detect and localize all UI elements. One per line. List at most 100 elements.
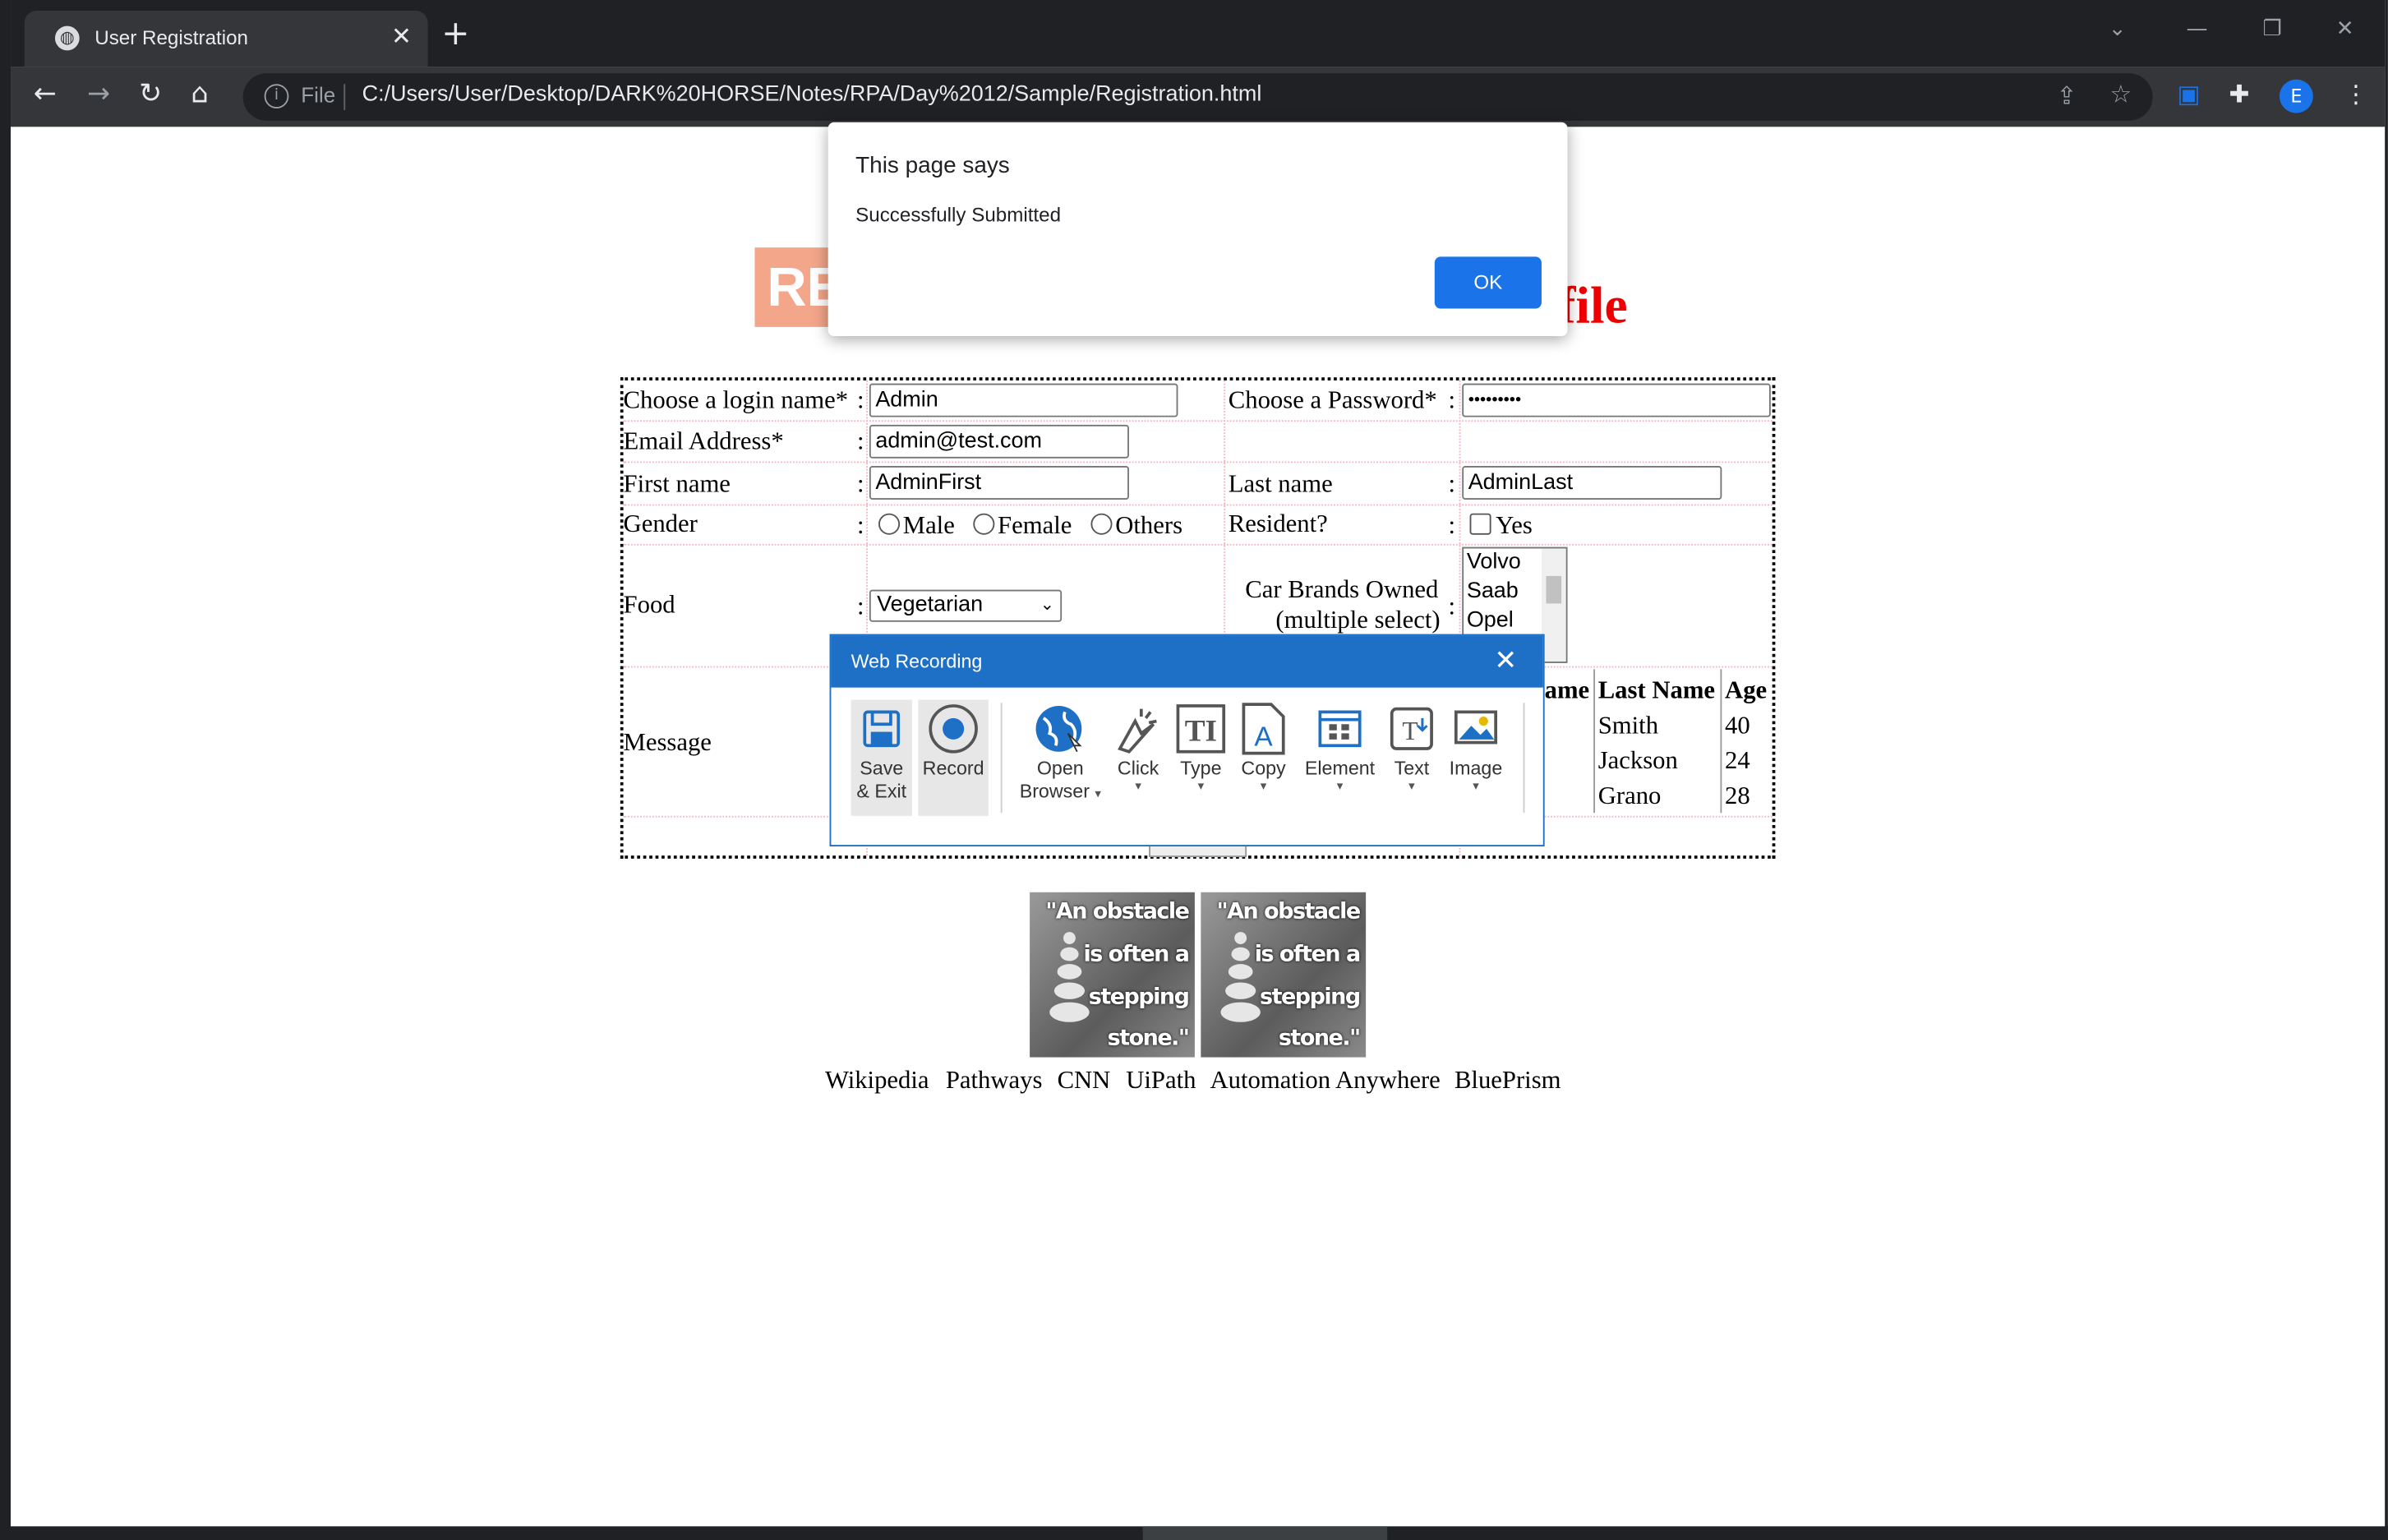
- tool-label: Text: [1394, 758, 1430, 780]
- last-name-input[interactable]: AdminLast: [1462, 466, 1722, 500]
- alert-dialog: This page says Successfully Submitted OK: [828, 122, 1568, 337]
- quote-image: "An obstacle is often a stepping stone.": [1030, 892, 1195, 1058]
- restore-icon[interactable]: ❐: [2262, 16, 2281, 41]
- forward-icon[interactable]: →: [87, 79, 110, 110]
- minimize-icon[interactable]: —: [2187, 16, 2208, 41]
- address-bar[interactable]: i File C:/Users/User/Desktop/DARK%20HORS…: [242, 73, 2153, 121]
- colon: :: [1448, 509, 1456, 540]
- save-exit-button[interactable]: Save & Exit: [851, 699, 912, 816]
- tool-label: Copy: [1241, 758, 1286, 780]
- link-cnn[interactable]: CNN: [1058, 1065, 1111, 1095]
- menu-kebab-icon[interactable]: ⋮: [2344, 81, 2368, 108]
- resident-checkbox[interactable]: [1469, 513, 1491, 535]
- avatar[interactable]: E: [2279, 79, 2313, 113]
- colon: :: [1448, 468, 1456, 499]
- web-recording-title: Web Recording: [851, 651, 983, 673]
- back-icon[interactable]: ←: [34, 79, 57, 110]
- close-icon[interactable]: ✕: [1494, 645, 1517, 677]
- food-select-value: Vegetarian: [877, 592, 984, 618]
- grid-line: [623, 420, 1773, 422]
- tool-label: Image: [1449, 758, 1503, 780]
- browser-window: ◍ User Registration ✕ + ⌄ — ❐ ✕ ← → ↻ ⌂ …: [0, 0, 2388, 1540]
- type-icon: TI: [1172, 700, 1230, 758]
- tab-user-registration[interactable]: ◍ User Registration ✕: [24, 11, 428, 67]
- quote-line: stone.": [1107, 1026, 1190, 1052]
- tab-title: User Registration: [95, 25, 249, 49]
- table-cell: 40: [1725, 710, 1750, 740]
- reload-icon[interactable]: ↻: [139, 79, 162, 110]
- scrollbar-thumb[interactable]: [1546, 575, 1562, 604]
- gender-male-radio[interactable]: [878, 513, 901, 535]
- quote-line: stepping: [1088, 985, 1190, 1010]
- tab-search-icon[interactable]: ⌄: [2109, 16, 2127, 41]
- close-tab-icon[interactable]: ✕: [391, 21, 412, 50]
- quote-line: is often a: [1083, 943, 1189, 967]
- extensions-puzzle-icon[interactable]: ✚: [2229, 81, 2250, 108]
- page-title: file: [1558, 278, 1628, 335]
- password-label: Choose a Password*: [1228, 385, 1437, 414]
- link-wikipedia[interactable]: Wikipedia: [825, 1065, 929, 1095]
- record-button[interactable]: Record: [918, 699, 989, 816]
- image-button[interactable]: Image ▾: [1444, 700, 1508, 816]
- table-cell: Grano: [1597, 781, 1662, 810]
- link-blueprism[interactable]: BluePrism: [1454, 1065, 1561, 1095]
- tool-label: Browser ▾: [1015, 781, 1107, 804]
- car-brands-hint: (multiple select): [1275, 605, 1441, 634]
- gender-others-label: Others: [1115, 509, 1183, 540]
- record-icon: [918, 700, 989, 758]
- copy-button[interactable]: A Copy ▾: [1236, 700, 1291, 816]
- element-button[interactable]: Element ▾: [1297, 700, 1382, 816]
- grid-line: [623, 504, 1773, 506]
- share-icon[interactable]: ⇪: [2056, 81, 2077, 109]
- listbox-scrollbar[interactable]: [1541, 548, 1566, 662]
- text-button[interactable]: T Text ▾: [1385, 700, 1437, 816]
- bookmark-star-icon[interactable]: ☆: [2110, 81, 2132, 108]
- table-cell: 24: [1725, 745, 1750, 775]
- table-cell: 28: [1725, 781, 1750, 810]
- type-button[interactable]: TI Type ▾: [1172, 700, 1230, 816]
- divider: [1000, 703, 1003, 814]
- url-text[interactable]: C:/Users/User/Desktop/DARK%20HORSE/Notes…: [362, 82, 1262, 107]
- new-tab-icon[interactable]: +: [441, 17, 469, 52]
- link-automation-anywhere[interactable]: Automation Anywhere: [1210, 1065, 1440, 1095]
- home-icon[interactable]: ⌂: [191, 79, 208, 110]
- link-uipath[interactable]: UiPath: [1126, 1065, 1196, 1095]
- first-name-label: First name: [623, 468, 731, 499]
- table-cell: Jackson: [1597, 745, 1678, 775]
- click-cursor-icon: [1111, 700, 1166, 758]
- link-pathways[interactable]: Pathways: [946, 1065, 1043, 1095]
- first-name-input[interactable]: AdminFirst: [869, 466, 1129, 500]
- gender-female-radio[interactable]: [973, 513, 995, 535]
- gender-others-radio[interactable]: [1090, 513, 1113, 535]
- open-browser-button[interactable]: Open Browser ▾: [1015, 700, 1107, 816]
- element-icon: [1297, 700, 1382, 758]
- gender-male-label: Male: [902, 509, 955, 540]
- table-divider: [1593, 669, 1596, 814]
- tool-label: Type: [1180, 758, 1222, 780]
- colon: :: [857, 509, 864, 540]
- alert-title: This page says: [855, 152, 1010, 179]
- click-button[interactable]: Click ▾: [1111, 700, 1166, 816]
- close-window-icon[interactable]: ✕: [2336, 16, 2354, 41]
- tool-label-text: Browser: [1019, 781, 1090, 803]
- ok-button[interactable]: OK: [1434, 256, 1542, 309]
- email-input[interactable]: admin@test.com: [869, 424, 1129, 459]
- table-header-first-name: ame: [1544, 675, 1590, 705]
- svg-text:TI: TI: [1185, 715, 1217, 749]
- info-icon[interactable]: i: [264, 84, 289, 109]
- last-name-label: Last name: [1228, 468, 1333, 499]
- food-select[interactable]: Vegetarian ⌄: [869, 589, 1063, 622]
- colon: :: [857, 385, 864, 414]
- image-icon: [1444, 700, 1508, 758]
- dropdown-icon: ▾: [1135, 779, 1141, 793]
- svg-text:T: T: [1402, 717, 1418, 745]
- globe-icon: ◍: [54, 25, 80, 51]
- password-input[interactable]: •••••••••: [1462, 383, 1771, 417]
- text-icon: T: [1385, 700, 1437, 758]
- tool-label: Click: [1117, 758, 1159, 780]
- gender-label: Gender: [623, 509, 698, 538]
- login-name-input[interactable]: Admin: [869, 383, 1178, 417]
- extension-icon[interactable]: ▣: [2177, 81, 2200, 108]
- dropdown-icon: ▾: [1197, 779, 1205, 793]
- resident-yes-label: Yes: [1496, 509, 1533, 540]
